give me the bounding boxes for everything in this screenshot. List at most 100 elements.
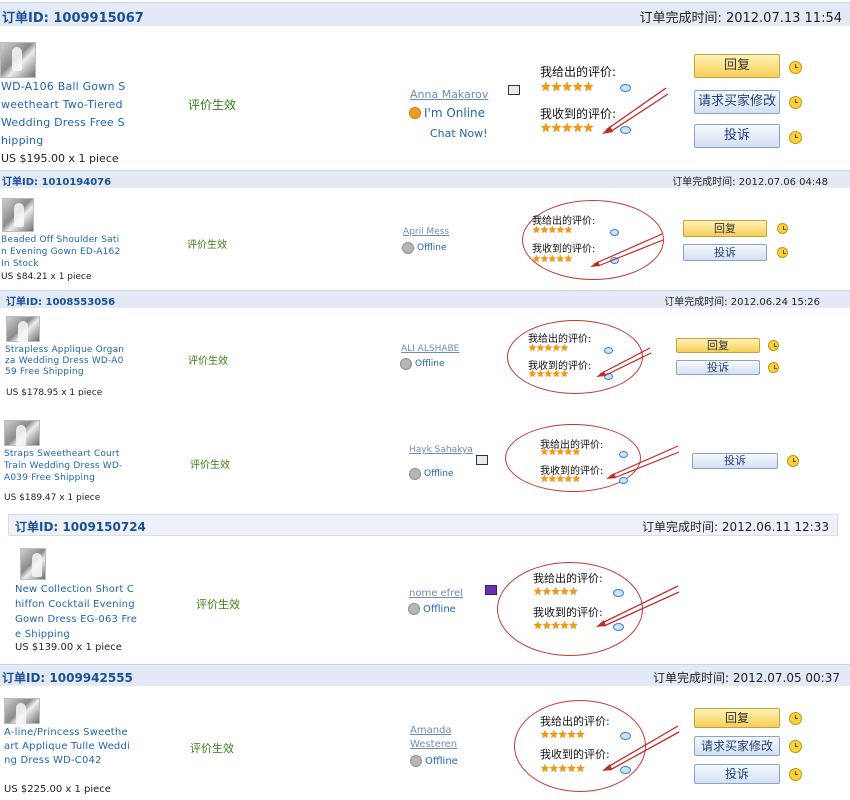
order-header: 订单ID: 1009150724 订单完成时间: 2012.06.11 12:3… bbox=[8, 514, 838, 536]
given-rating-stars: ★★★★★ bbox=[540, 728, 585, 741]
product-link[interactable]: New Collection Short Chiffon Cocktail Ev… bbox=[15, 582, 139, 642]
buyer-name[interactable]: Anna Makarov bbox=[410, 88, 488, 101]
message-icon[interactable] bbox=[476, 455, 488, 465]
given-rating-stars: ★★★★★ bbox=[532, 225, 573, 236]
product-thumbnail[interactable] bbox=[0, 42, 36, 78]
buyer-name[interactable]: nome efrel bbox=[409, 588, 463, 599]
online-status[interactable]: Offline bbox=[400, 358, 445, 370]
product-price: US $139.00 x 1 piece bbox=[15, 642, 122, 653]
order-completed-time: 订单完成时间: 2012.06.11 12:33 bbox=[642, 520, 829, 534]
clock-icon bbox=[789, 712, 802, 725]
order-feedback-list: 订单ID: 1009915067 订单完成时间: 2012.07.13 11:5… bbox=[0, 0, 850, 800]
reply-button[interactable]: 回复 bbox=[694, 54, 780, 78]
clock-icon bbox=[787, 455, 799, 467]
clock-icon bbox=[789, 96, 802, 109]
complaint-button[interactable]: 投诉 bbox=[694, 124, 780, 148]
clock-icon bbox=[777, 223, 788, 234]
annotation-arrow bbox=[602, 87, 669, 134]
online-status-label: I'm Online bbox=[424, 106, 486, 120]
product-thumbnail[interactable] bbox=[4, 698, 40, 727]
feedback-status: 评价生效 bbox=[188, 98, 237, 112]
request-buyer-modify-button[interactable]: 请求买家修改 bbox=[694, 90, 780, 114]
online-status[interactable]: Offline bbox=[402, 242, 447, 254]
given-rating-stars: ★★★★★ bbox=[528, 343, 569, 354]
online-status[interactable]: Offline bbox=[408, 603, 456, 615]
product-thumbnail[interactable] bbox=[2, 198, 34, 232]
given-rating-stars: ★★★★★ bbox=[540, 447, 581, 458]
offline-icon bbox=[409, 468, 421, 480]
reply-button[interactable]: 回复 bbox=[683, 220, 767, 237]
complaint-button[interactable]: 投诉 bbox=[692, 453, 778, 469]
received-rating-label: 我收到的评价: bbox=[532, 244, 596, 255]
product-price: US $84.21 x 1 piece bbox=[1, 272, 92, 282]
received-rating-stars: ★★★★★ bbox=[540, 762, 585, 775]
buyer-name[interactable]: Amanda Westeren bbox=[410, 724, 474, 752]
order-header: 订单ID: 1009915067 订单完成时间: 2012.07.13 11:5… bbox=[0, 2, 850, 26]
received-rating-stars: ★★★★★ bbox=[528, 369, 569, 380]
reply-button[interactable]: 回复 bbox=[676, 338, 760, 353]
order-header: 订单ID: 1008553056 订单完成时间: 2012.06.24 15:2… bbox=[0, 290, 850, 308]
clock-icon bbox=[789, 131, 802, 144]
received-rating-stars: ★★★★★ bbox=[532, 254, 573, 265]
message-icon[interactable] bbox=[508, 85, 520, 95]
offline-icon bbox=[400, 358, 412, 370]
online-status[interactable]: Offline bbox=[410, 755, 458, 767]
clock-icon bbox=[789, 740, 802, 753]
clock-icon bbox=[768, 362, 779, 373]
online-status[interactable]: Offline bbox=[409, 468, 454, 480]
received-rating-stars: ★★★★★ bbox=[540, 474, 581, 485]
feedback-status: 评价生效 bbox=[188, 356, 228, 367]
online-status-label: Offline bbox=[425, 755, 458, 767]
annotation-arrow bbox=[602, 725, 680, 771]
buyer-name[interactable]: April Mess bbox=[403, 227, 449, 237]
clock-icon bbox=[768, 340, 779, 351]
product-link[interactable]: Beaded Off Shoulder Satin Evening Gown E… bbox=[1, 234, 125, 270]
received-rating-stars: ★★★★★ bbox=[540, 121, 594, 136]
online-status-label: Offline bbox=[424, 469, 454, 479]
offline-icon bbox=[410, 755, 422, 767]
order-header: 订单ID: 1010194076 订单完成时间: 2012.07.06 04:4… bbox=[0, 170, 850, 188]
annotation-arrow bbox=[590, 233, 664, 267]
request-buyer-modify-button[interactable]: 请求买家修改 bbox=[694, 736, 780, 756]
product-price: US $189.47 x 1 piece bbox=[4, 493, 101, 503]
buyer-name[interactable]: ALI ALSHABE bbox=[401, 344, 459, 354]
given-rating-label: 我给出的评价: bbox=[533, 572, 603, 585]
product-link[interactable]: Strapless Applique Organza Wedding Dress… bbox=[5, 345, 129, 378]
annotation-arrow bbox=[596, 347, 652, 377]
order-id: 订单ID: 1009942555 bbox=[2, 671, 133, 685]
buyer-name[interactable]: Hayk Sahakya bbox=[409, 445, 473, 455]
complaint-button[interactable]: 投诉 bbox=[694, 764, 780, 784]
product-thumbnail[interactable] bbox=[20, 548, 46, 580]
given-rating-stars: ★★★★★ bbox=[533, 585, 578, 598]
annotation-arrow bbox=[596, 585, 680, 627]
order-header: 订单ID: 1009942555 订单完成时间: 2012.07.05 00:3… bbox=[0, 664, 850, 686]
product-price: US $225.00 x 1 piece bbox=[4, 784, 111, 795]
complaint-button[interactable]: 投诉 bbox=[676, 360, 760, 375]
feedback-status: 评价生效 bbox=[190, 742, 234, 755]
feedback-status: 评价生效 bbox=[187, 240, 227, 251]
product-link[interactable]: Straps Sweetheart Court Train Wedding Dr… bbox=[4, 448, 128, 484]
product-link[interactable]: A-line/Princess Sweetheart Applique Tull… bbox=[4, 726, 130, 768]
received-rating-label: 我收到的评价: bbox=[533, 606, 603, 619]
order-completed-time: 订单完成时间: 2012.07.05 00:37 bbox=[653, 671, 840, 685]
online-status-label: Offline bbox=[423, 603, 456, 615]
product-thumbnail[interactable] bbox=[4, 420, 40, 449]
online-status[interactable]: I'm Online bbox=[409, 106, 485, 120]
product-link[interactable]: WD-A106 Ball Gown Sweetheart Two-Tiered … bbox=[1, 78, 129, 150]
product-thumbnail[interactable] bbox=[6, 316, 40, 345]
clock-icon bbox=[777, 247, 788, 258]
offline-icon bbox=[408, 603, 420, 615]
complaint-button[interactable]: 投诉 bbox=[683, 244, 767, 261]
online-status-label: Offline bbox=[417, 243, 447, 253]
order-completed-time: 订单完成时间: 2012.07.13 11:54 bbox=[639, 11, 842, 26]
chat-now-link[interactable]: Chat Now! bbox=[430, 127, 488, 140]
order-id: 订单ID: 1008553056 bbox=[6, 297, 116, 308]
feedback-status: 评价生效 bbox=[196, 598, 240, 611]
order-id: 订单ID: 1009915067 bbox=[2, 11, 144, 26]
clipped-order-header bbox=[0, 396, 850, 404]
clock-icon bbox=[789, 61, 802, 74]
message-icon[interactable] bbox=[485, 585, 497, 595]
given-rating-label: 我给出的评价: bbox=[540, 65, 617, 79]
order-id: 订单ID: 1009150724 bbox=[15, 520, 146, 534]
reply-button[interactable]: 回复 bbox=[694, 708, 780, 728]
